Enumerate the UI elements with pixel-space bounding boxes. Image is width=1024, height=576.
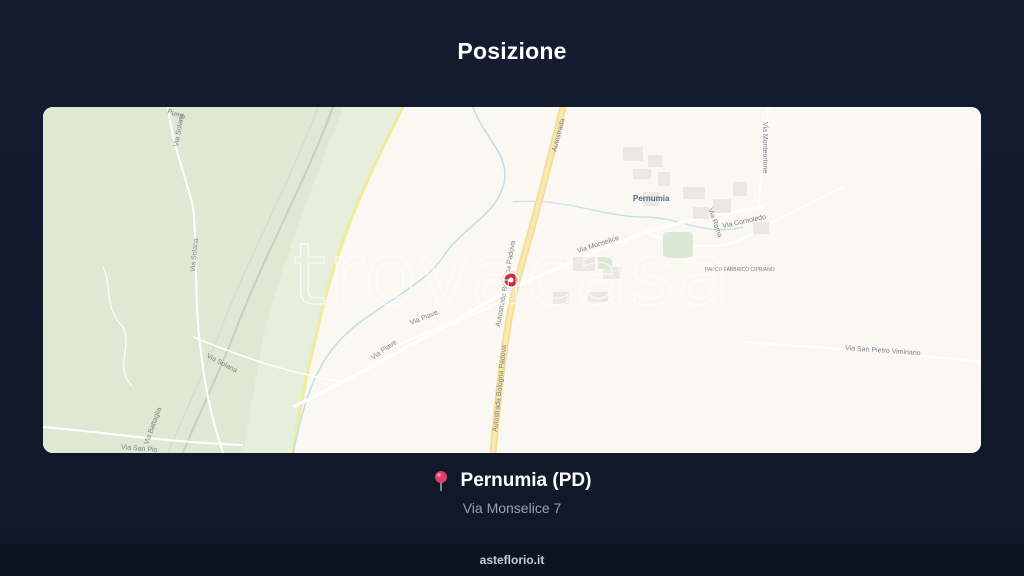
road-label: Via Monteortone <box>761 122 768 173</box>
place-label-park: PARCO FABBRICO CIPRIANO <box>705 267 775 273</box>
map-canvas[interactable]: Via Monselice Via Piave Via Piave Via So… <box>43 107 981 453</box>
pin-icon <box>433 470 449 492</box>
location-name: Pernumia (PD) <box>460 470 592 491</box>
map[interactable]: Via Monselice Via Piave Via Piave Via So… <box>43 107 981 453</box>
place-label-town: Pernumia <box>633 194 670 203</box>
footer: asteflorio.it <box>0 544 1024 576</box>
location-row: Pernumia (PD) <box>0 470 1024 497</box>
location-marker[interactable] <box>502 271 520 289</box>
footer-site[interactable]: asteflorio.it <box>480 553 545 567</box>
page-title: Posizione <box>457 38 567 64</box>
location-address: Via Monselice 7 <box>462 500 562 516</box>
